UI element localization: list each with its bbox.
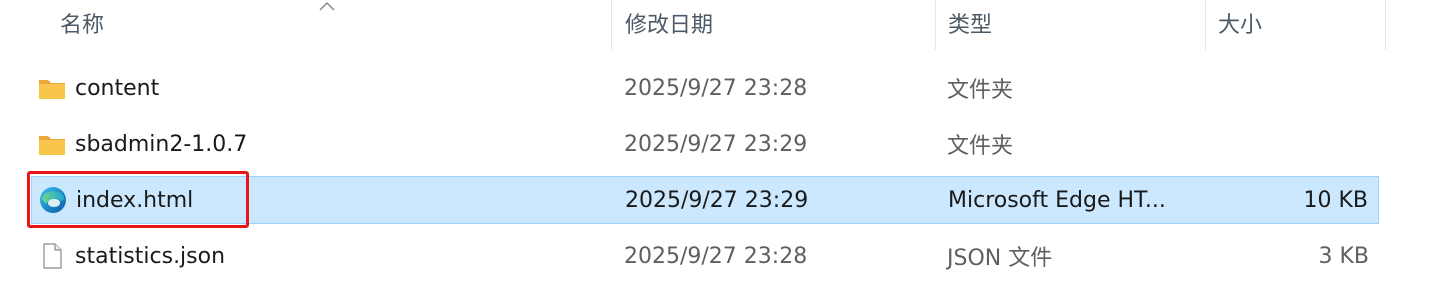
edge-html-icon [40,187,66,213]
column-divider[interactable] [1385,0,1386,50]
file-name: index.html [76,187,194,213]
json-file-icon [43,243,62,269]
file-name: statistics.json [75,243,226,269]
file-type: JSON 文件 [947,246,1053,271]
sort-ascending-icon [319,1,335,11]
file-date: 2025/9/27 23:29 [624,131,808,157]
file-name: sbadmin2-1.0.7 [75,131,248,157]
file-size: 10 KB [1303,187,1368,213]
column-divider[interactable] [1205,0,1206,50]
file-date: 2025/9/27 23:29 [625,187,809,213]
column-header-bar: 名称 修改日期 类型 大小 [0,0,1443,50]
folder-icon [39,136,65,155]
column-header-size[interactable]: 大小 [1218,0,1262,50]
file-type: 文件夹 [947,134,1014,159]
folder-icon [39,80,65,99]
column-header-type[interactable]: 类型 [948,0,992,50]
file-type: Microsoft Edge HT... [948,187,1166,213]
file-date: 2025/9/27 23:28 [624,75,808,101]
file-row-content[interactable]: content 2025/9/27 23:28 文件夹 [31,64,1379,112]
column-divider[interactable] [611,0,612,50]
file-name: content [75,75,160,101]
column-divider[interactable] [935,0,936,50]
file-row-statistics-json[interactable]: statistics.json 2025/9/27 23:28 JSON 文件 … [31,232,1379,280]
file-row-index-html[interactable]: index.html 2025/9/27 23:29 Microsoft Edg… [31,176,1379,224]
column-header-date[interactable]: 修改日期 [625,0,713,50]
file-type: 文件夹 [947,78,1014,103]
file-size: 3 KB [1318,243,1369,269]
file-row-sbadmin2[interactable]: sbadmin2-1.0.7 2025/9/27 23:29 文件夹 [31,120,1379,168]
column-header-name[interactable]: 名称 [60,0,104,50]
file-date: 2025/9/27 23:28 [624,243,808,269]
